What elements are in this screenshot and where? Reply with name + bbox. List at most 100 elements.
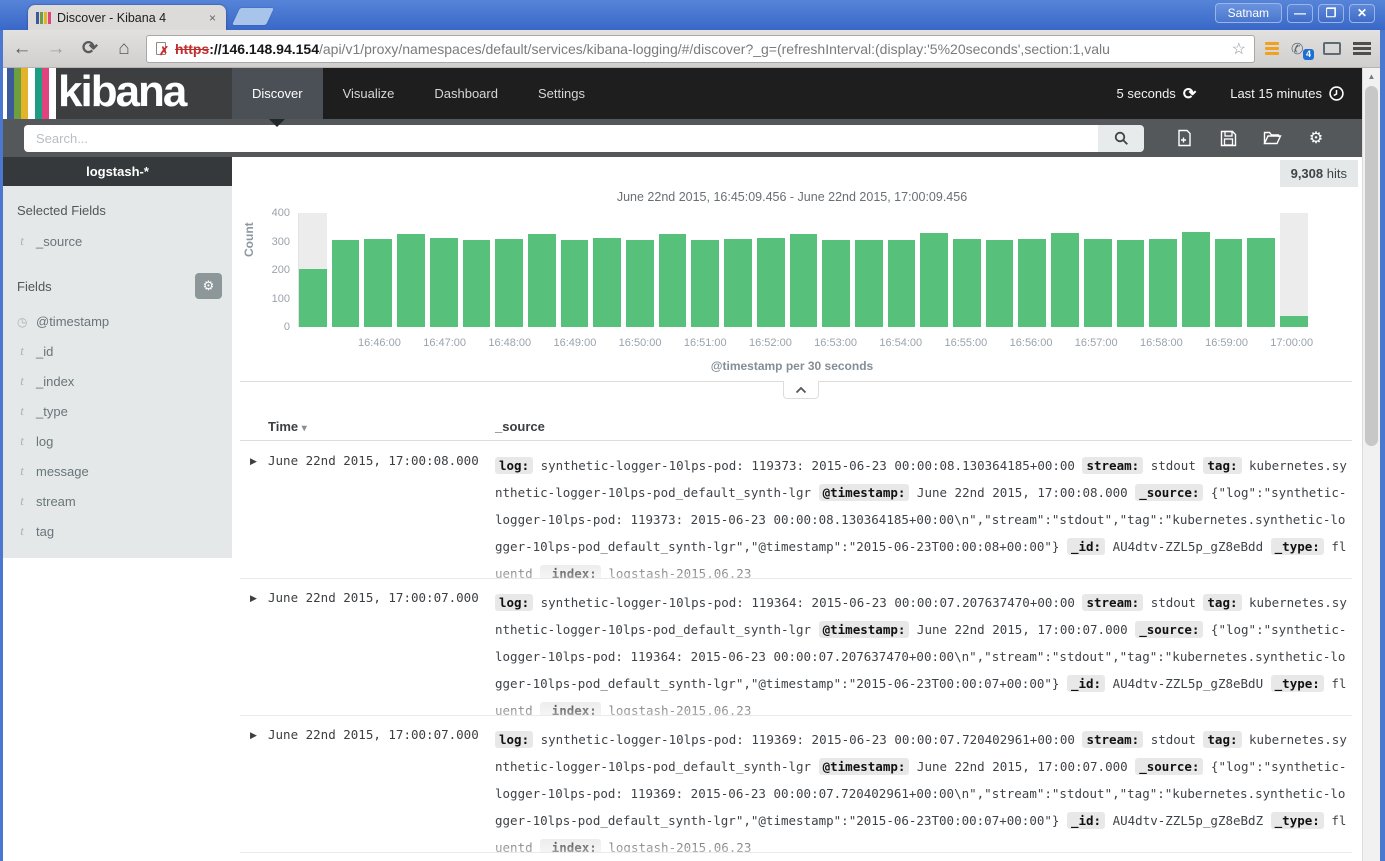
profile-button[interactable]: Satnam — [1215, 3, 1282, 23]
collapse-histogram-button[interactable] — [783, 381, 819, 399]
cast-icon[interactable] — [1323, 42, 1341, 55]
window-maximize-button[interactable]: ❐ — [1318, 4, 1344, 23]
histogram-plot — [298, 213, 1308, 327]
forward-icon[interactable]: → — [44, 38, 68, 60]
histogram-bar[interactable] — [1280, 213, 1308, 327]
histogram-bar[interactable] — [1182, 213, 1210, 327]
histogram-bar[interactable] — [528, 213, 556, 327]
scrollbar-up-arrow[interactable]: ▲ — [1363, 68, 1380, 84]
nav-tab-discover[interactable]: Discover — [232, 68, 323, 119]
field-item-_source[interactable]: t_source — [3, 226, 232, 256]
reload-icon[interactable]: ⟳ — [78, 37, 102, 60]
home-icon[interactable]: ⌂ — [112, 38, 136, 60]
url-text[interactable]: https://146.148.94.154/api/v1/proxy/name… — [175, 41, 1226, 57]
scrollbar-thumb[interactable] — [1365, 86, 1378, 446]
field-item-_id[interactable]: t_id — [3, 336, 232, 366]
field-item-_type[interactable]: t_type — [3, 396, 232, 426]
search-input[interactable] — [24, 125, 1098, 152]
x-tick-label: 16:53:00 — [814, 337, 857, 349]
new-search-button[interactable] — [1162, 129, 1206, 147]
expand-row-icon[interactable]: ▶ — [250, 589, 268, 604]
browser-menu-icon[interactable] — [1353, 42, 1371, 55]
index-pattern-selector[interactable]: logstash-* — [3, 157, 232, 186]
refresh-interval-picker[interactable]: 5 seconds ⟳ — [1117, 84, 1197, 104]
sort-desc-icon[interactable]: ▾ — [302, 423, 307, 434]
kibana-header: kibana Discover Visualize Dashboard Sett… — [0, 68, 1362, 119]
nav-tab-settings[interactable]: Settings — [518, 68, 605, 119]
insecure-page-icon[interactable]: ✗ — [155, 41, 169, 57]
column-header-time[interactable]: Time ▾ — [268, 419, 307, 434]
url-bar[interactable]: ✗ https://146.148.94.154/api/v1/proxy/na… — [146, 35, 1255, 63]
histogram-bar[interactable] — [299, 213, 327, 327]
field-item-@timestamp[interactable]: ◷@timestamp — [3, 307, 232, 336]
x-tick-label: 16:46:00 — [358, 337, 401, 349]
bar-fill — [1018, 239, 1046, 327]
histogram-bar[interactable] — [430, 213, 458, 327]
nav-tab-visualize[interactable]: Visualize — [323, 68, 415, 119]
histogram-bar[interactable] — [364, 213, 392, 327]
field-item-tag[interactable]: ttag — [3, 516, 232, 546]
expand-row-icon[interactable]: ▶ — [250, 726, 268, 741]
histogram-bar[interactable] — [822, 213, 850, 327]
histogram-bar[interactable] — [397, 213, 425, 327]
bookmark-star-icon[interactable]: ☆ — [1232, 39, 1246, 59]
field-label-badge: @timestamp: — [819, 484, 910, 501]
histogram-bar[interactable] — [724, 213, 752, 327]
field-item-_index[interactable]: t_index — [3, 366, 232, 396]
histogram-bar[interactable] — [691, 213, 719, 327]
histogram-bar[interactable] — [626, 213, 654, 327]
browser-tab[interactable]: Discover - Kibana 4 × — [28, 5, 226, 30]
bar-fill — [1247, 238, 1275, 327]
histogram-bar[interactable] — [1247, 213, 1275, 327]
tab-close-icon[interactable]: × — [207, 11, 218, 25]
bar-fill — [626, 240, 654, 327]
field-label-badge: stream: — [1082, 594, 1143, 611]
field-item-stream[interactable]: tstream — [3, 486, 232, 516]
window-minimize-button[interactable]: — — [1287, 4, 1313, 23]
column-header-source[interactable]: _source — [495, 419, 545, 434]
field-item-message[interactable]: tmessage — [3, 456, 232, 486]
histogram-bar[interactable] — [463, 213, 491, 327]
back-icon[interactable]: ← — [10, 38, 34, 60]
bar-fill — [920, 233, 948, 327]
histogram-bar[interactable] — [1215, 213, 1243, 327]
settings-gear-button[interactable]: ⚙ — [1294, 128, 1338, 148]
bar-fill — [1084, 239, 1112, 327]
window-close-button[interactable]: ✕ — [1349, 4, 1375, 23]
query-bar: ⚙ — [0, 119, 1362, 157]
histogram-bar[interactable] — [1117, 213, 1145, 327]
x-tick-label: 17:00:00 — [1270, 337, 1313, 349]
histogram-bar[interactable] — [332, 213, 360, 327]
time-range-picker[interactable]: Last 15 minutes — [1230, 86, 1344, 101]
page-scrollbar[interactable]: ▲ — [1362, 68, 1380, 861]
save-search-button[interactable] — [1206, 130, 1250, 147]
expand-row-icon[interactable]: ▶ — [250, 452, 268, 467]
field-settings-button[interactable]: ⚙ — [195, 273, 222, 299]
histogram-bar[interactable] — [855, 213, 883, 327]
histogram-bar[interactable] — [593, 213, 621, 327]
histogram-bar[interactable] — [888, 213, 916, 327]
row-source: log: synthetic-logger-10lps-pod: 119373:… — [495, 452, 1352, 579]
extension-icon[interactable] — [1265, 41, 1279, 57]
histogram-bar[interactable] — [953, 213, 981, 327]
histogram-bar[interactable] — [757, 213, 785, 327]
x-tick-label: 16:49:00 — [554, 337, 597, 349]
phone-extension-icon[interactable]: ✆ 4 — [1291, 40, 1311, 58]
histogram-bar[interactable] — [1051, 213, 1079, 327]
open-search-button[interactable] — [1250, 130, 1294, 146]
histogram-bar[interactable] — [920, 213, 948, 327]
nav-tab-dashboard[interactable]: Dashboard — [414, 68, 518, 119]
histogram-bar[interactable] — [1018, 213, 1046, 327]
field-item-log[interactable]: tlog — [3, 426, 232, 456]
histogram-bar[interactable] — [986, 213, 1014, 327]
histogram-bar[interactable] — [790, 213, 818, 327]
hits-count: 9,308 — [1291, 166, 1324, 181]
histogram-bar[interactable] — [1084, 213, 1112, 327]
histogram-bar[interactable] — [1149, 213, 1177, 327]
histogram-bar[interactable] — [495, 213, 523, 327]
new-tab-button[interactable] — [232, 8, 274, 25]
histogram-bar[interactable] — [659, 213, 687, 327]
kibana-logo[interactable]: kibana — [0, 68, 232, 119]
search-button[interactable] — [1098, 125, 1144, 152]
histogram-bar[interactable] — [561, 213, 589, 327]
